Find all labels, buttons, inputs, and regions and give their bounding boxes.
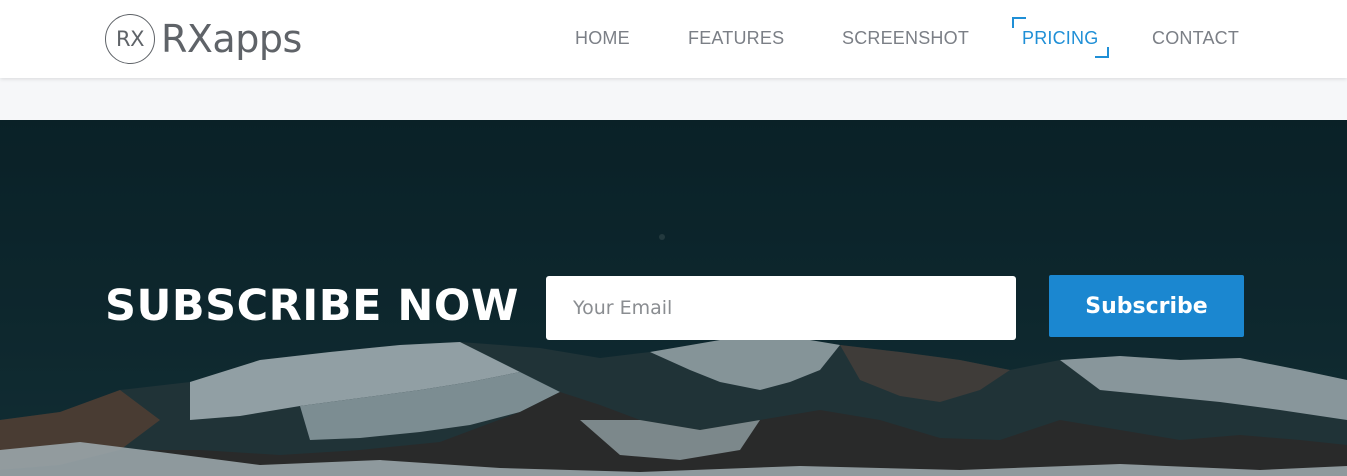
- nav-home[interactable]: HOME: [575, 27, 630, 49]
- email-input[interactable]: [546, 276, 1016, 340]
- active-bracket-top-left: [1012, 17, 1026, 28]
- nav-screenshot[interactable]: SCREENSHOT: [842, 27, 969, 49]
- nav-pricing[interactable]: PRICING: [1012, 17, 1110, 58]
- nav-features[interactable]: FEATURES: [688, 27, 784, 49]
- site-header: RX RXapps HOME FEATURES SCREENSHOT PRICI…: [0, 0, 1347, 78]
- site-logo[interactable]: RX RXapps: [105, 14, 302, 64]
- logo-badge: RX: [105, 14, 155, 64]
- subscribe-button[interactable]: Subscribe: [1049, 275, 1244, 337]
- active-bracket-bottom-right: [1095, 47, 1110, 58]
- subscribe-section: SUBSCRIBE NOW Subscribe: [0, 120, 1347, 476]
- nav-contact[interactable]: CONTACT: [1152, 27, 1239, 49]
- logo-text: RXapps: [161, 17, 302, 61]
- subscribe-heading: SUBSCRIBE NOW: [105, 281, 519, 331]
- nav-pricing-label: PRICING: [1022, 28, 1099, 48]
